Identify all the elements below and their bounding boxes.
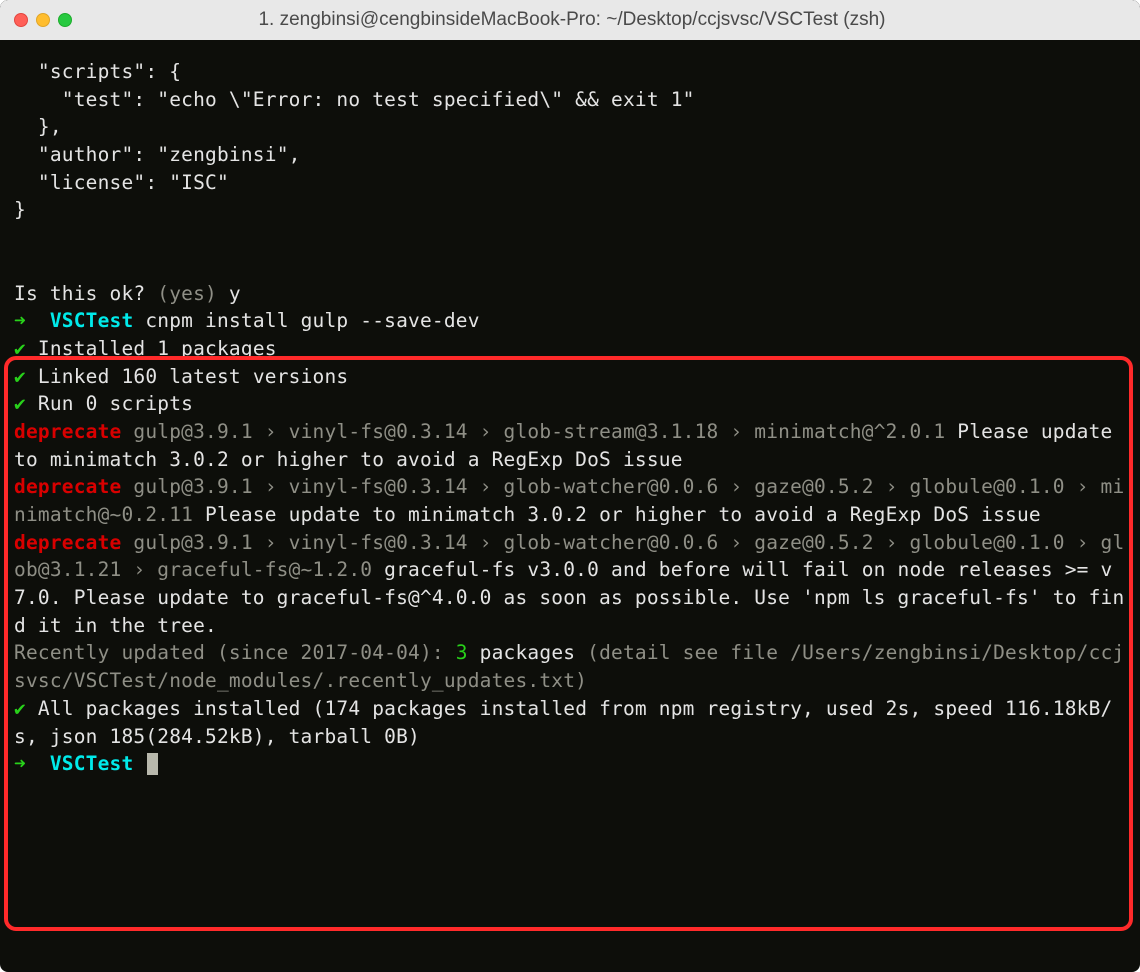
check-icon: ✔ xyxy=(14,365,26,388)
prompt-arrow-icon: ➜ xyxy=(14,752,50,775)
recent-suffix: packages xyxy=(468,641,575,664)
deprecate-chain: gulp@3.9.1 › vinyl-fs@0.3.14 › glob-stre… xyxy=(121,420,957,443)
window-title: 1. zengbinsi@cengbinsideMacBook-Pro: ~/D… xyxy=(18,9,1126,31)
json-line: "author": "zengbinsi", xyxy=(14,143,301,166)
confirm-prompt: Is this ok? xyxy=(14,282,157,305)
json-line: "license": "ISC" xyxy=(14,171,229,194)
prompt-command: cnpm install gulp --save-dev xyxy=(133,309,479,332)
window-titlebar: 1. zengbinsi@cengbinsideMacBook-Pro: ~/D… xyxy=(0,0,1140,40)
json-line: "test": "echo \"Error: no test specified… xyxy=(14,88,695,111)
recent-prefix: Recently updated (since 2017-04-04): xyxy=(14,641,456,664)
prompt-dir: VSCTest xyxy=(50,309,134,332)
status-linked: Linked 160 latest versions xyxy=(26,365,348,388)
json-line: "scripts": { xyxy=(14,60,181,83)
prompt-dir: VSCTest xyxy=(50,752,134,775)
cursor-icon xyxy=(147,753,158,775)
deprecate-label: deprecate xyxy=(14,531,121,554)
status-run: Run 0 scripts xyxy=(26,392,193,415)
deprecate-msg: Please update to minimatch 3.0.2 or high… xyxy=(205,503,1041,526)
check-icon: ✔ xyxy=(14,392,26,415)
terminal-content[interactable]: "scripts": { "test": "echo \"Error: no t… xyxy=(0,40,1140,788)
terminal-window: 1. zengbinsi@cengbinsideMacBook-Pro: ~/D… xyxy=(0,0,1140,972)
finish-msg: All packages installed (174 packages ins… xyxy=(14,697,1113,748)
check-icon: ✔ xyxy=(14,697,26,720)
deprecate-label: deprecate xyxy=(14,420,121,443)
status-installed: Installed 1 packages xyxy=(26,337,277,360)
check-icon: ✔ xyxy=(14,337,26,360)
json-line: }, xyxy=(14,115,62,138)
recent-count: 3 xyxy=(456,641,468,664)
json-line: } xyxy=(14,198,26,221)
prompt-arrow-icon: ➜ xyxy=(14,309,50,332)
confirm-answer: y xyxy=(229,282,241,305)
confirm-hint: (yes) xyxy=(157,282,229,305)
deprecate-label: deprecate xyxy=(14,475,121,498)
